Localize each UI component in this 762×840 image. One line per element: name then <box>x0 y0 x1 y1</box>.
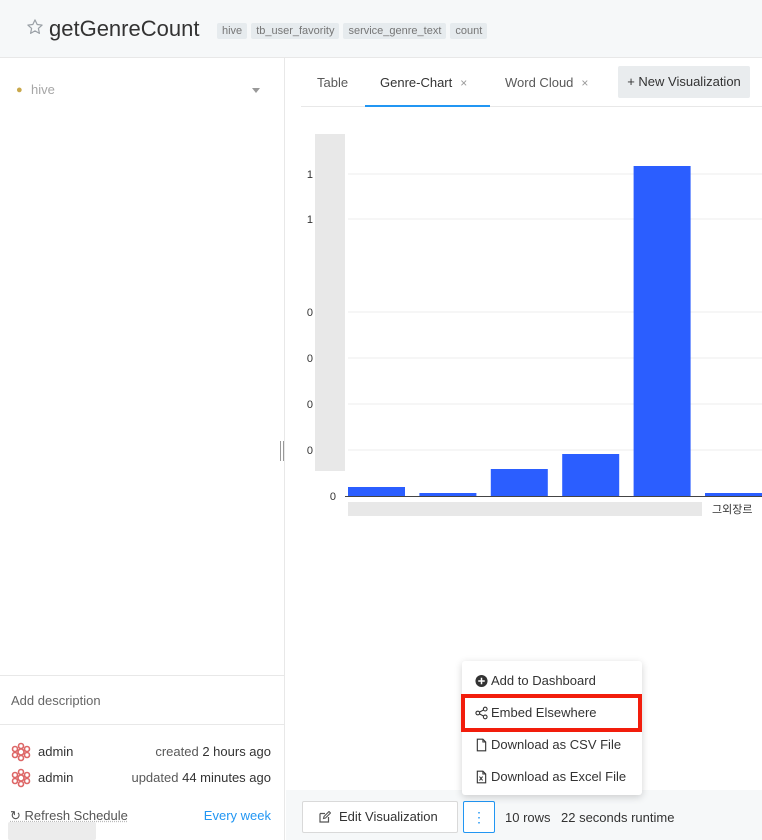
updater-name: admin <box>38 770 74 785</box>
y-tick-label: 1 <box>307 214 313 226</box>
chart-bar <box>490 469 548 496</box>
datasource-label: hive <box>31 82 55 97</box>
y-tick-label: 0 <box>307 353 313 365</box>
chart-bar <box>419 493 477 496</box>
tag[interactable]: tb_user_favority <box>251 23 340 39</box>
tab-word-cloud[interactable]: Word Cloud × <box>505 64 588 107</box>
tag[interactable]: service_genre_text <box>343 23 447 39</box>
query-header: getGenreCount hive tb_user_favority serv… <box>0 0 762 58</box>
avatar <box>11 742 31 762</box>
menu-item-download-csv[interactable]: Download as CSV File <box>462 729 642 761</box>
chart-bar <box>705 493 762 496</box>
chart-bar <box>633 166 691 496</box>
creator-name: admin <box>38 744 74 759</box>
runtime: 22 seconds runtime <box>561 810 675 825</box>
file-icon <box>476 738 487 752</box>
edit-visualization-button[interactable]: Edit Visualization <box>302 801 458 833</box>
more-options-button[interactable]: ⋮ <box>463 801 495 833</box>
y-tick-label: 1 <box>307 169 313 181</box>
close-icon[interactable]: × <box>460 76 467 90</box>
x-tick-label: 그외장르 <box>712 503 752 516</box>
star-icon[interactable] <box>26 18 44 36</box>
chart-bar <box>348 487 405 496</box>
x-tick-labels-placeholder <box>348 502 702 516</box>
edit-icon <box>319 811 331 823</box>
row-count: 10 rows <box>505 810 551 825</box>
plus-circle-icon <box>475 674 488 688</box>
updated-row: admin updated 44 minutes ago <box>11 768 273 788</box>
created-row: admin created 2 hours ago <box>11 742 273 762</box>
new-visualization-button[interactable]: + New Visualization <box>618 66 750 98</box>
menu-item-download-excel[interactable]: Download as Excel File <box>462 761 642 793</box>
tab-table[interactable]: Table <box>317 64 348 107</box>
y-tick-label: 0 <box>307 445 313 457</box>
query-title[interactable]: getGenreCount <box>49 16 199 42</box>
y-axis-label-placeholder <box>315 134 345 471</box>
kebab-icon: ⋮ <box>472 809 486 825</box>
close-icon[interactable]: × <box>581 76 588 90</box>
excel-file-icon <box>476 770 487 784</box>
query-tags: hive tb_user_favority service_genre_text… <box>217 23 488 39</box>
horizontal-scrollbar[interactable] <box>8 822 96 840</box>
created-time: created 2 hours ago <box>155 744 271 759</box>
refresh-schedule-value[interactable]: Every week <box>204 808 271 823</box>
menu-item-add-to-dashboard[interactable]: Add to Dashboard <box>462 665 642 697</box>
chevron-down-icon[interactable] <box>252 88 260 93</box>
updated-time: updated 44 minutes ago <box>131 770 271 785</box>
tag[interactable]: hive <box>217 23 248 39</box>
y-tick-label: 0 <box>330 491 336 503</box>
description-placeholder[interactable]: Add description <box>11 693 101 708</box>
y-tick-label: 0 <box>307 307 313 319</box>
datasource-icon: ● <box>16 84 23 96</box>
tag[interactable]: count <box>450 23 488 39</box>
avatar <box>11 768 31 788</box>
chart-bar <box>562 454 620 496</box>
refresh-icon: ↻ <box>10 808 21 823</box>
genre-bar-chart: 0 0 0 0 0 1 1 그외장르 <box>307 134 762 516</box>
resize-handle[interactable] <box>280 441 284 461</box>
tab-genre-chart[interactable]: Genre-Chart × <box>365 64 490 107</box>
highlight-box <box>461 694 642 732</box>
y-tick-label: 0 <box>307 399 313 411</box>
